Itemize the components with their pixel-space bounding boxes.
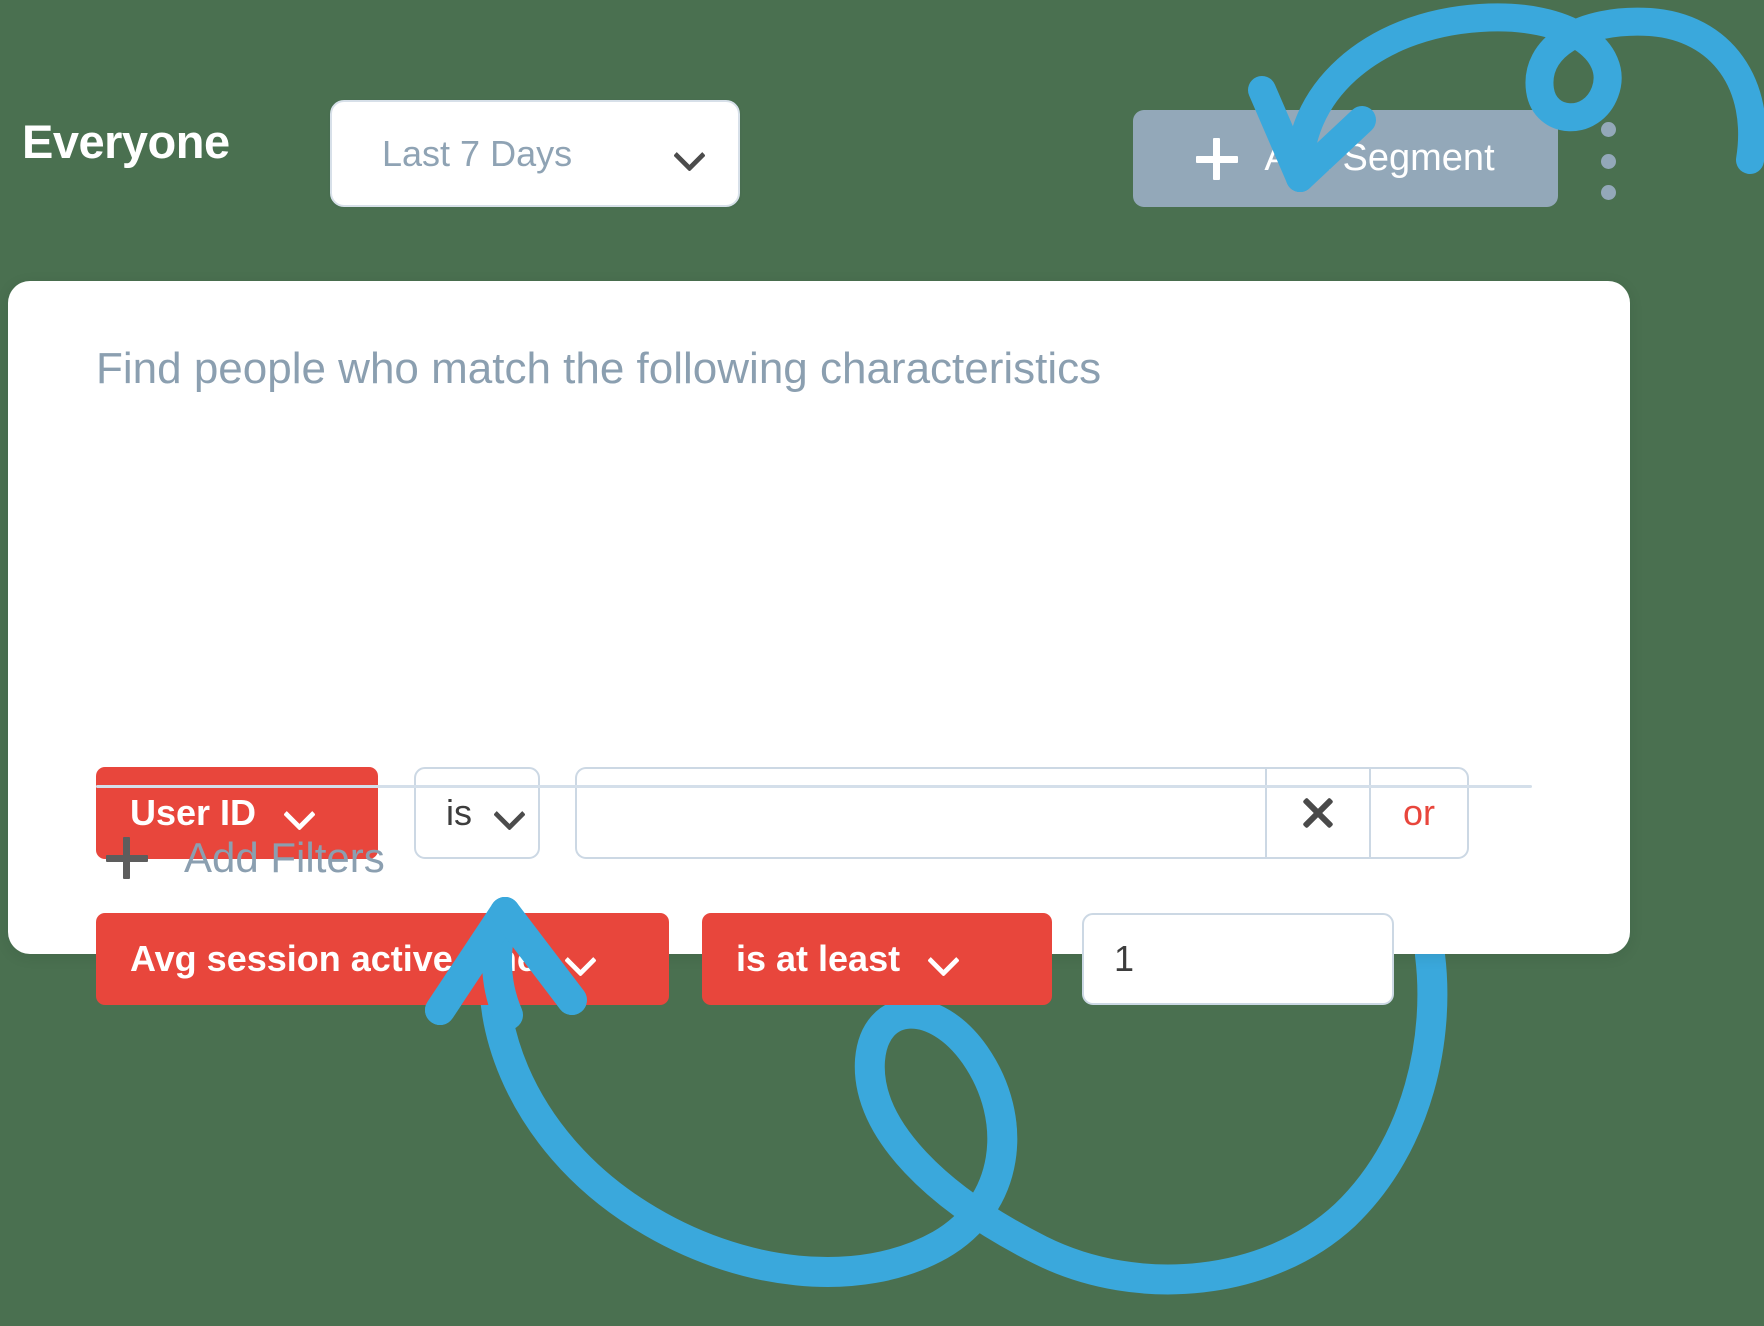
section-divider	[96, 785, 1532, 788]
kebab-dot	[1600, 153, 1616, 169]
filter-operator-select[interactable]: is	[414, 767, 540, 859]
chevron-down-icon	[565, 944, 595, 974]
kebab-dot	[1600, 185, 1616, 200]
close-icon	[1299, 794, 1337, 832]
filter-row: Avg session active time is at least	[96, 913, 1394, 1005]
plus-icon	[106, 837, 148, 879]
or-conjunction-button[interactable]: or	[1369, 767, 1469, 859]
add-segment-label: Add Segment	[1264, 137, 1495, 179]
top-bar: Everyone Last 7 Days Add Segment	[0, 100, 1764, 212]
filter-value-input[interactable]	[1082, 913, 1394, 1005]
chevron-down-icon	[928, 944, 958, 974]
filter-attribute-select[interactable]: Avg session active time	[96, 913, 669, 1005]
add-segment-button[interactable]: Add Segment	[1133, 110, 1558, 207]
kebab-dot	[1600, 122, 1616, 137]
chevron-down-icon	[494, 798, 524, 828]
page-title: Everyone	[22, 115, 230, 168]
card-heading: Find people who match the following char…	[96, 344, 1102, 393]
overflow-menu-button[interactable]	[1586, 116, 1630, 206]
add-filters-button[interactable]: Add Filters	[100, 826, 391, 890]
filter-attribute-label: Avg session active time	[130, 938, 537, 979]
filter-value-input[interactable]	[575, 767, 1265, 859]
date-range-label: Last 7 Days	[382, 132, 573, 174]
filter-value-group: or	[575, 767, 1469, 859]
chevron-down-icon	[674, 139, 704, 169]
chevron-down-icon	[284, 798, 314, 828]
clear-value-button[interactable]	[1265, 767, 1369, 859]
filter-operator-label: is	[446, 792, 472, 833]
filter-operator-label: is at least	[736, 938, 901, 979]
date-range-select[interactable]: Last 7 Days	[330, 100, 740, 207]
screen-root: Everyone Last 7 Days Add Segment Find pe…	[0, 0, 1764, 1326]
plus-icon	[1196, 137, 1239, 180]
segment-builder-card: Find people who match the following char…	[8, 281, 1630, 1005]
add-filters-label: Add Filters	[184, 834, 385, 881]
filter-operator-select[interactable]: is at least	[702, 913, 1052, 1005]
